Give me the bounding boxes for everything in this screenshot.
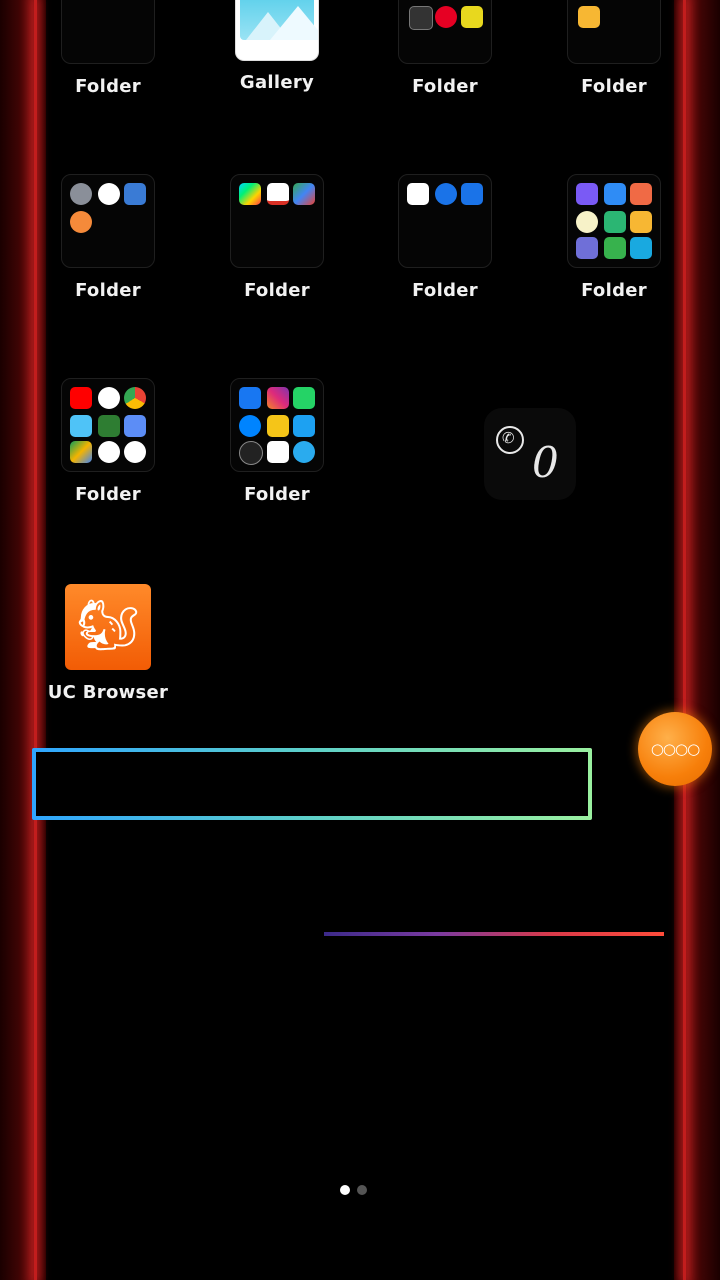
gallery-label: Gallery bbox=[239, 72, 315, 93]
folder-icon bbox=[230, 174, 324, 268]
app-icon bbox=[70, 211, 92, 233]
page-dot-active bbox=[340, 1185, 350, 1195]
folder-r3c1[interactable]: Folder bbox=[33, 378, 183, 505]
notes-icon bbox=[630, 211, 652, 233]
folder-r1c4[interactable]: Folder bbox=[539, 0, 689, 97]
app-icon bbox=[604, 183, 626, 205]
whatsapp-icon bbox=[293, 387, 315, 409]
whatsapp-counter-widget[interactable]: 0 bbox=[484, 408, 576, 500]
translate-icon bbox=[124, 415, 146, 437]
facebook-icon bbox=[239, 387, 261, 409]
clock-icon bbox=[98, 183, 120, 205]
messages-icon bbox=[461, 183, 483, 205]
folder-icon bbox=[567, 0, 661, 64]
uc-browser-app[interactable]: 🐿 UC Browser bbox=[33, 584, 183, 703]
folder-label: Folder bbox=[581, 280, 647, 301]
app-icon bbox=[576, 183, 598, 205]
app-icon bbox=[630, 237, 652, 259]
folder-label: Folder bbox=[244, 280, 310, 301]
maps-icon bbox=[98, 441, 120, 463]
app-icon bbox=[604, 237, 626, 259]
folder-icon bbox=[61, 0, 155, 64]
folder-label: Folder bbox=[412, 280, 478, 301]
whatsapp-icon bbox=[496, 426, 524, 454]
folder-label: Folder bbox=[75, 484, 141, 505]
gradient-divider bbox=[324, 932, 664, 936]
play-store-icon bbox=[239, 183, 261, 205]
youtube-icon bbox=[70, 387, 92, 409]
app-icon bbox=[630, 183, 652, 205]
folder-label: Folder bbox=[75, 76, 141, 97]
folder-label: Folder bbox=[244, 484, 310, 505]
app-icon bbox=[576, 237, 598, 259]
folder-label: Folder bbox=[412, 76, 478, 97]
gallery-icon bbox=[236, 0, 318, 60]
folder-r1c1[interactable]: Folder bbox=[33, 0, 183, 97]
pinterest-icon bbox=[435, 6, 457, 28]
app-icon bbox=[578, 6, 600, 28]
folder-label: Folder bbox=[581, 76, 647, 97]
gallery-app[interactable]: Gallery bbox=[202, 0, 352, 93]
folder-icon bbox=[567, 174, 661, 268]
folder-r2c2[interactable]: Folder bbox=[202, 174, 352, 301]
google-icon bbox=[98, 387, 120, 409]
uc-browser-icon: 🐿 bbox=[65, 584, 151, 670]
app-icon bbox=[98, 415, 120, 437]
gmail-icon bbox=[267, 183, 289, 205]
threads-icon bbox=[239, 441, 263, 465]
search-widget[interactable] bbox=[32, 748, 592, 820]
app-icon bbox=[70, 415, 92, 437]
app-icon bbox=[409, 6, 433, 30]
photos-icon bbox=[124, 441, 146, 463]
app-icon bbox=[267, 441, 289, 463]
phone-icon bbox=[407, 183, 429, 205]
messenger-icon bbox=[239, 415, 261, 437]
folder-r2c3[interactable]: Folder bbox=[370, 174, 520, 301]
calendar-icon bbox=[124, 183, 146, 205]
folder-r2c4[interactable]: Folder bbox=[539, 174, 689, 301]
app-icon bbox=[267, 415, 289, 437]
telegram-icon bbox=[293, 441, 315, 463]
app-icon bbox=[604, 211, 626, 233]
whatsapp-count: 0 bbox=[532, 438, 559, 487]
instagram-icon bbox=[267, 387, 289, 409]
folder-r2c1[interactable]: Folder bbox=[33, 174, 183, 301]
folder-r3c2[interactable]: Folder bbox=[202, 378, 352, 505]
folder-r1c3[interactable]: Folder bbox=[370, 0, 520, 97]
page-dot bbox=[357, 1185, 367, 1195]
app-icon bbox=[293, 183, 315, 205]
folder-icon bbox=[230, 378, 324, 472]
folder-icon bbox=[61, 378, 155, 472]
weather-icon bbox=[576, 211, 598, 233]
folder-label: Folder bbox=[75, 280, 141, 301]
chrome-icon bbox=[124, 387, 146, 409]
page-indicator bbox=[340, 1180, 374, 1199]
contacts-icon bbox=[435, 183, 457, 205]
folder-icon bbox=[398, 174, 492, 268]
app-icon bbox=[461, 6, 483, 28]
drive-icon bbox=[70, 441, 92, 463]
folder-icon bbox=[61, 174, 155, 268]
uc-browser-label: UC Browser bbox=[47, 682, 169, 703]
folder-icon bbox=[398, 0, 492, 64]
settings-icon bbox=[70, 183, 92, 205]
twitter-icon bbox=[293, 415, 315, 437]
floating-assist-button[interactable]: ○○○○ bbox=[638, 712, 712, 786]
